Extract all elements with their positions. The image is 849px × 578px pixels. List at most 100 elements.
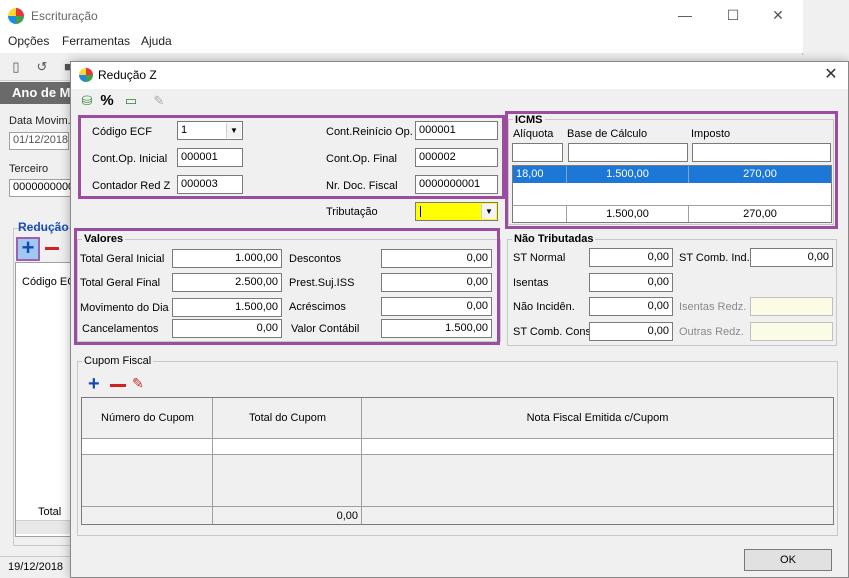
cupom-header-total: Total do Cupom bbox=[248, 412, 327, 424]
isentas-redz-field bbox=[750, 297, 833, 316]
contador-red-z-field[interactable]: 000003 bbox=[177, 175, 243, 194]
nr-doc-fiscal-field[interactable]: 0000000001 bbox=[415, 175, 498, 194]
close-icon[interactable]: ✕ bbox=[755, 4, 801, 26]
st-comb-ind-field[interactable]: 0,00 bbox=[750, 248, 833, 267]
menu-opcoes[interactable]: Opções bbox=[8, 34, 49, 48]
undo-icon[interactable]: ↺ bbox=[34, 59, 50, 75]
minimize-icon[interactable]: — bbox=[662, 4, 708, 26]
terceiro-field[interactable]: 0000000000 bbox=[9, 179, 71, 197]
reducao-grid[interactable] bbox=[15, 262, 75, 537]
codigo-ecf-value: 1 bbox=[181, 124, 188, 136]
total-geral-inicial-label: Total Geral Inicial bbox=[80, 253, 165, 265]
isentas-redz-label: Isentas Redz. bbox=[679, 301, 747, 313]
st-normal-field[interactable]: 0,00 bbox=[589, 248, 673, 267]
outras-redz-label: Outras Redz. bbox=[679, 326, 744, 338]
remove-cupom-icon[interactable] bbox=[110, 384, 126, 387]
edit-pencil-icon[interactable]: ✎ bbox=[151, 93, 167, 109]
dialog-titlebar: Redução Z ✕ bbox=[71, 62, 848, 89]
cupom-col-divider bbox=[361, 438, 362, 455]
maximize-icon[interactable]: ☐ bbox=[710, 4, 756, 26]
app-icon bbox=[8, 8, 24, 24]
icms-grid-row[interactable]: 18,00 1.500,00 270,00 bbox=[513, 166, 831, 183]
isentas-label: Isentas bbox=[513, 277, 549, 289]
add-reducao-icon[interactable]: + bbox=[16, 237, 40, 261]
add-cupom-icon[interactable]: + bbox=[88, 374, 100, 394]
st-comb-ind-label: ST Comb. Ind. bbox=[679, 252, 750, 264]
icms-total-divider bbox=[513, 205, 831, 206]
outras-redz-field bbox=[750, 322, 833, 341]
coins-icon[interactable]: ⛁ bbox=[79, 93, 95, 109]
tributacao-select[interactable]: ▼ bbox=[415, 202, 498, 221]
valor-contabil-field[interactable]: 1.500,00 bbox=[381, 319, 492, 338]
valor-contabil-label: Valor Contábil bbox=[291, 323, 360, 335]
icms-imposto-input[interactable] bbox=[692, 143, 831, 162]
reducao-label: Redução bbox=[18, 220, 69, 234]
icms-cell-imposto: 270,00 bbox=[743, 168, 777, 180]
icms-total-imposto: 270,00 bbox=[743, 208, 777, 220]
icms-aliquota-input[interactable] bbox=[512, 143, 563, 162]
nao-tributadas-title: Não Tributadas bbox=[512, 233, 596, 245]
ok-button[interactable]: OK bbox=[744, 549, 832, 571]
chevron-down-icon: ▼ bbox=[481, 204, 496, 219]
nao-incid-field[interactable]: 0,00 bbox=[589, 297, 673, 316]
percent-icon[interactable]: % bbox=[99, 93, 115, 109]
main-window-title: Escrituração bbox=[31, 9, 98, 23]
acrescimos-field[interactable]: 0,00 bbox=[381, 297, 492, 316]
cont-reinicio-field[interactable]: 000001 bbox=[415, 121, 498, 140]
status-date: 19/12/2018 bbox=[8, 561, 64, 573]
codigo-ecf-label: Código ECF bbox=[92, 126, 152, 138]
total-geral-final-label: Total Geral Final bbox=[80, 277, 161, 289]
cupom-input-row[interactable] bbox=[82, 438, 833, 455]
icms-base-input[interactable] bbox=[568, 143, 688, 162]
icms-cell-aliquota: 18,00 bbox=[513, 166, 567, 183]
icms-title: ICMS bbox=[513, 114, 545, 126]
grid-scrollbar[interactable] bbox=[16, 520, 74, 534]
descontos-field[interactable]: 0,00 bbox=[381, 249, 492, 268]
cancelamentos-field[interactable]: 0,00 bbox=[172, 319, 282, 338]
cont-op-final-field[interactable]: 000002 bbox=[415, 148, 498, 167]
main-titlebar: Escrituração — ☐ ✕ bbox=[0, 0, 803, 31]
edit-cupom-icon[interactable]: ✎ bbox=[132, 375, 144, 392]
tributacao-label: Tributação bbox=[326, 206, 378, 218]
grid-header-codigo: Código EC bbox=[22, 276, 76, 288]
total-geral-final-field[interactable]: 2.500,00 bbox=[172, 273, 282, 292]
cupom-header-nota: Nota Fiscal Emitida c/Cupom bbox=[526, 412, 669, 424]
dialog-app-icon bbox=[79, 68, 93, 82]
prest-suj-iss-field[interactable]: 0,00 bbox=[381, 273, 492, 292]
menu-ajuda[interactable]: Ajuda bbox=[141, 34, 172, 48]
descontos-label: Descontos bbox=[289, 253, 341, 265]
st-comb-cons-label: ST Comb. Cons bbox=[513, 326, 592, 338]
prest-suj-iss-label: Prest.Suj.ISS bbox=[289, 277, 355, 289]
banner-title: Ano de M bbox=[12, 85, 71, 100]
terceiro-label: Terceiro bbox=[9, 163, 49, 175]
cupom-col-divider bbox=[212, 438, 213, 455]
grid-total-label: Total bbox=[38, 506, 62, 518]
cont-op-final-label: Cont.Op. Final bbox=[326, 153, 397, 165]
icms-header-aliquota: Alíquota bbox=[513, 128, 554, 140]
menu-bar: Opções Ferramentas Ajuda bbox=[0, 31, 803, 53]
isentas-field[interactable]: 0,00 bbox=[589, 273, 673, 292]
cancelamentos-label: Cancelamentos bbox=[82, 323, 159, 335]
st-comb-cons-field[interactable]: 0,00 bbox=[589, 322, 673, 341]
movimento-dia-label: Movimento do Dia bbox=[80, 302, 169, 314]
menu-ferramentas[interactable]: Ferramentas bbox=[62, 34, 130, 48]
data-movim-label: Data Movim. bbox=[9, 115, 71, 127]
dialog-close-icon[interactable]: ✕ bbox=[819, 65, 843, 85]
remove-reducao-icon[interactable] bbox=[45, 247, 59, 250]
cont-reinicio-label: Cont.Reinício Op. bbox=[326, 126, 413, 138]
icms-header-imposto: Imposto bbox=[691, 128, 731, 140]
chevron-down-icon: ▼ bbox=[226, 123, 241, 138]
cupom-fiscal-title: Cupom Fiscal bbox=[82, 355, 154, 367]
total-geral-inicial-field[interactable]: 1.000,00 bbox=[172, 249, 282, 268]
codigo-ecf-select[interactable]: 1 ▼ bbox=[177, 121, 243, 140]
cupom-total-value: 0,00 bbox=[336, 510, 358, 522]
movimento-dia-field[interactable]: 1.500,00 bbox=[172, 298, 282, 317]
acrescimos-label: Acréscimos bbox=[289, 301, 346, 313]
data-movim-field[interactable]: 01/12/2018 bbox=[9, 132, 69, 150]
cont-op-inicial-field[interactable]: 000001 bbox=[177, 148, 243, 167]
valores-title: Valores bbox=[82, 233, 126, 245]
new-document-icon[interactable]: ▯ bbox=[8, 59, 24, 75]
contador-red-z-label: Contador Red Z bbox=[92, 180, 171, 192]
money-icon[interactable]: ▭ bbox=[122, 93, 140, 109]
reducao-z-dialog: Redução Z ✕ ⛁ % ▭ ✎ Código ECF 1 ▼ Cont.… bbox=[70, 61, 849, 578]
